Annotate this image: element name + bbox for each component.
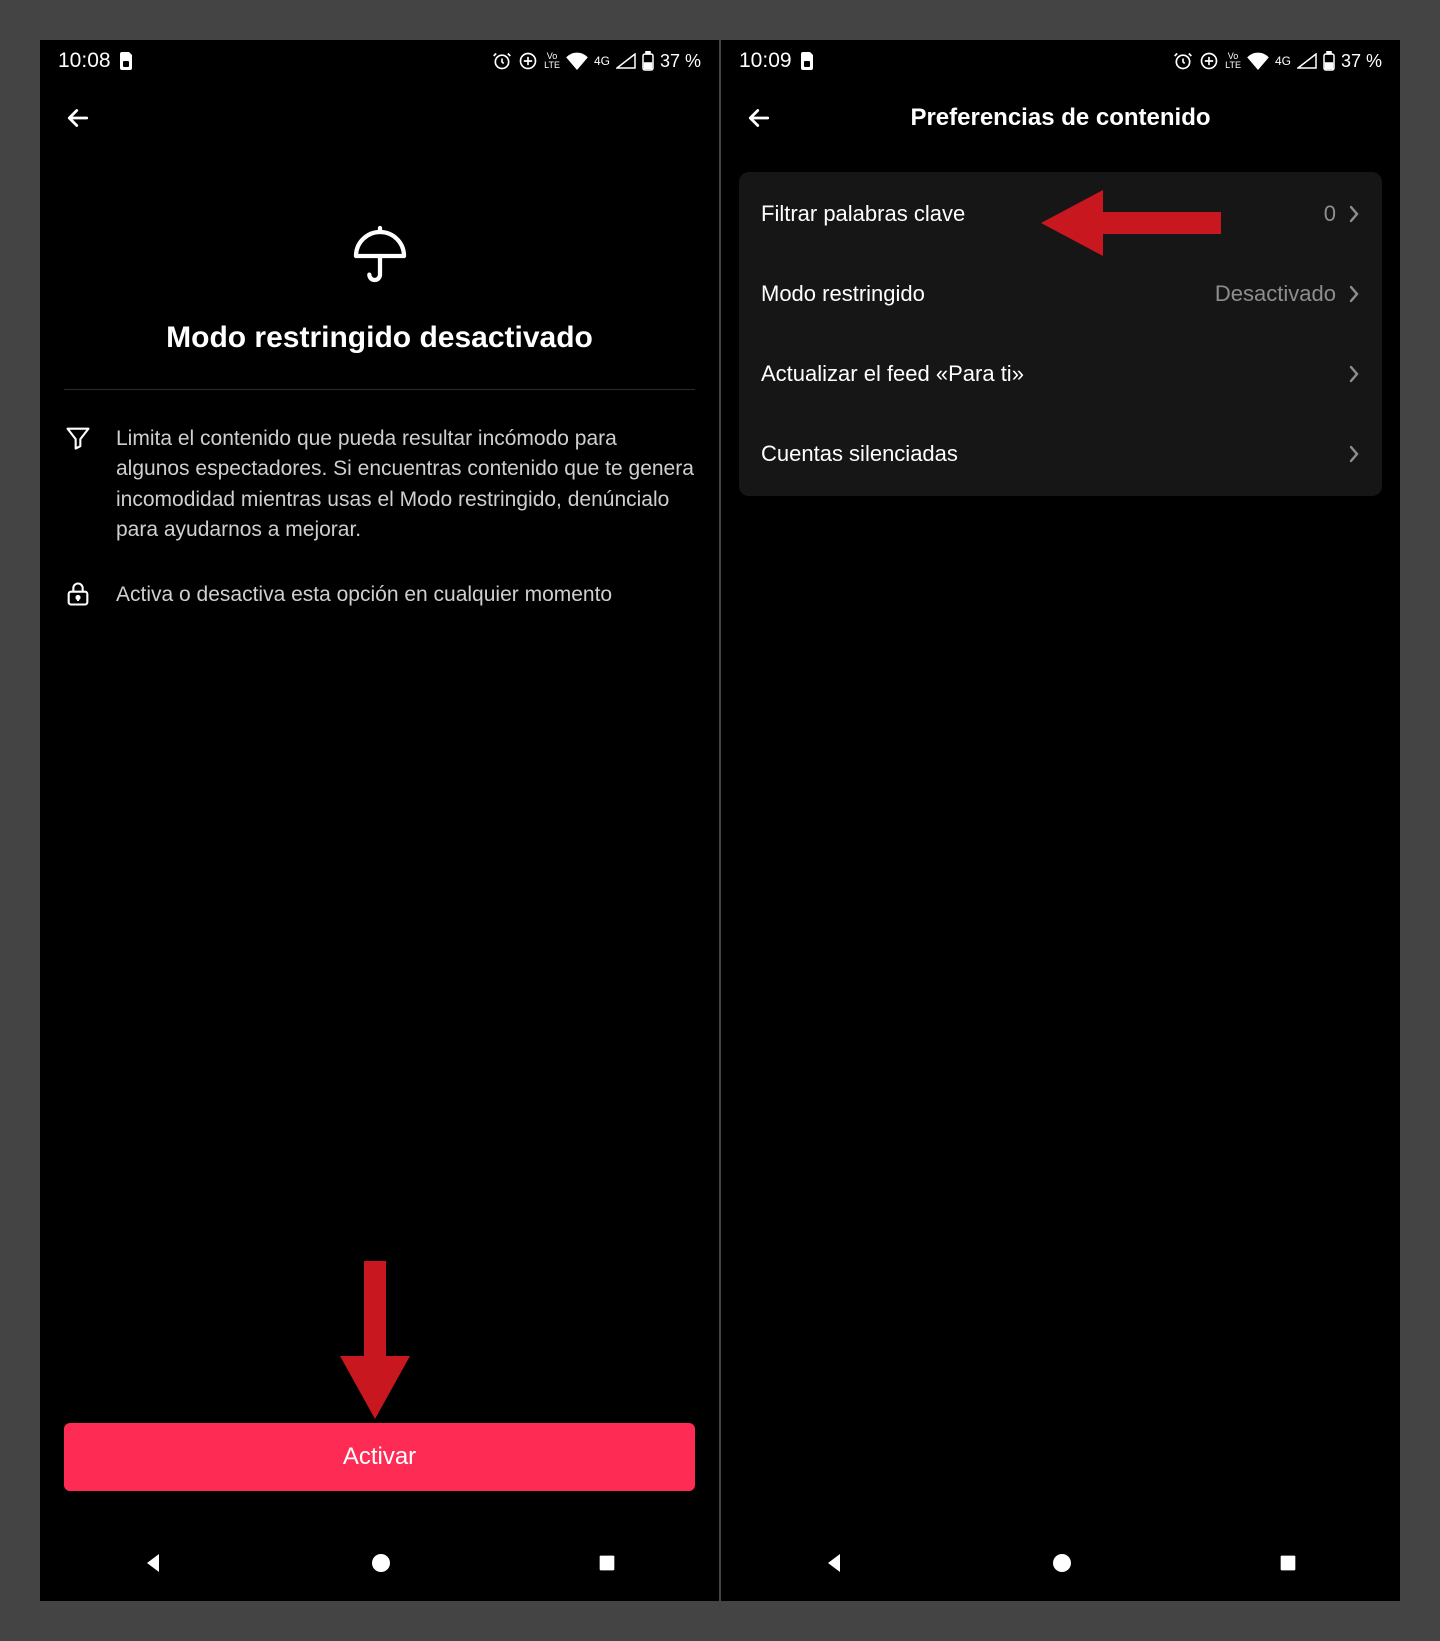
network-badge: 4G [594, 54, 610, 68]
system-navbar [40, 1529, 719, 1601]
square-icon [1277, 1552, 1299, 1574]
row-label: Modo restringido [761, 281, 925, 307]
square-icon [596, 1552, 618, 1574]
nav-home-button[interactable] [369, 1551, 393, 1580]
alarm-icon [1173, 51, 1193, 71]
activate-label: Activar [343, 1443, 416, 1471]
screen-restricted-mode: 10:08 VoLTE 4G 37 % Modo re [40, 40, 719, 1601]
sim-icon [119, 52, 135, 70]
alarm-icon [492, 51, 512, 71]
status-time: 10:08 [58, 49, 111, 73]
sim-icon [800, 52, 816, 70]
back-button[interactable] [733, 92, 785, 144]
circle-icon [1050, 1551, 1074, 1575]
nav-recent-button[interactable] [1277, 1552, 1299, 1579]
desc-row-filter: Limita el contenido que pueda resultar i… [64, 424, 695, 546]
page-title: Preferencias de contenido [721, 104, 1400, 132]
row-value: Desactivado [1215, 281, 1336, 307]
triangle-left-icon [823, 1551, 847, 1575]
battery-icon [1323, 51, 1335, 71]
page-title: Modo restringido desactivado [64, 321, 695, 390]
row-restricted-mode[interactable]: Modo restringido Desactivado [739, 254, 1382, 334]
data-saver-icon [518, 51, 538, 71]
chevron-right-icon [1348, 285, 1360, 303]
row-muted-accounts[interactable]: Cuentas silenciadas [739, 414, 1382, 494]
lock-icon [64, 580, 94, 613]
wifi-icon [1247, 52, 1269, 70]
header [40, 82, 719, 154]
circle-icon [369, 1551, 393, 1575]
wifi-icon [566, 52, 588, 70]
signal-icon [1297, 53, 1317, 69]
nav-back-button[interactable] [142, 1551, 166, 1580]
system-navbar [721, 1529, 1400, 1601]
status-time: 10:09 [739, 49, 792, 73]
desc-lock-text: Activa o desactiva esta opción en cualqu… [116, 580, 695, 613]
desc-row-lock: Activa o desactiva esta opción en cualqu… [64, 580, 695, 613]
volte-icon: VoLTE [1225, 52, 1241, 70]
network-badge: 4G [1275, 54, 1291, 68]
battery-text: 37 % [660, 51, 701, 72]
nav-back-button[interactable] [823, 1551, 847, 1580]
arrow-left-icon [744, 103, 774, 133]
data-saver-icon [1199, 51, 1219, 71]
battery-icon [642, 51, 654, 71]
chevron-right-icon [1348, 365, 1360, 383]
battery-text: 37 % [1341, 51, 1382, 72]
funnel-icon [64, 424, 94, 546]
row-refresh-foryou[interactable]: Actualizar el feed «Para ti» [739, 334, 1382, 414]
arrow-left-icon [63, 103, 93, 133]
umbrella-icon [348, 224, 412, 293]
row-value: 0 [1324, 201, 1336, 227]
desc-filter-text: Limita el contenido que pueda resultar i… [116, 424, 695, 546]
row-filter-keywords[interactable]: Filtrar palabras clave 0 [739, 174, 1382, 254]
settings-menu: Filtrar palabras clave 0 Modo restringid… [739, 172, 1382, 496]
activate-button[interactable]: Activar [64, 1423, 695, 1491]
row-label: Actualizar el feed «Para ti» [761, 361, 1024, 387]
statusbar: 10:08 VoLTE 4G 37 % [40, 40, 719, 82]
row-label: Filtrar palabras clave [761, 201, 965, 227]
chevron-right-icon [1348, 205, 1360, 223]
screen-content-preferences: 10:09 VoLTE 4G 37 % Preferencias de cont… [721, 40, 1400, 1601]
statusbar: 10:09 VoLTE 4G 37 % [721, 40, 1400, 82]
row-label: Cuentas silenciadas [761, 441, 958, 467]
nav-recent-button[interactable] [596, 1552, 618, 1579]
nav-home-button[interactable] [1050, 1551, 1074, 1580]
volte-icon: VoLTE [544, 52, 560, 70]
triangle-left-icon [142, 1551, 166, 1575]
header: Preferencias de contenido [721, 82, 1400, 154]
back-button[interactable] [52, 92, 104, 144]
chevron-right-icon [1348, 445, 1360, 463]
signal-icon [616, 53, 636, 69]
